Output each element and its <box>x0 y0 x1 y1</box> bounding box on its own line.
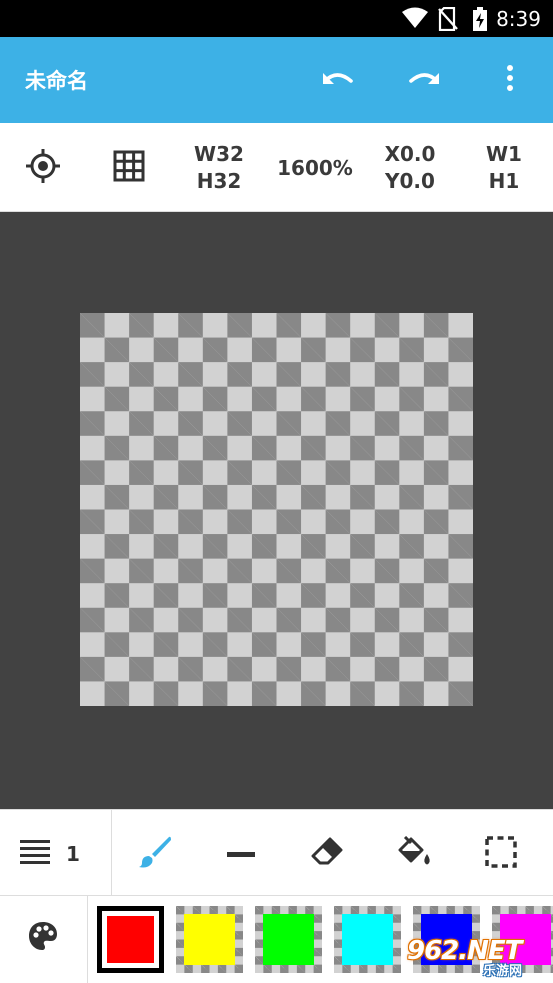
color-swatch[interactable] <box>255 906 322 973</box>
redo-icon <box>407 67 441 93</box>
battery-charging-icon <box>472 7 488 35</box>
palette-button[interactable] <box>18 918 68 958</box>
canvas-area[interactable] <box>0 212 553 809</box>
line-icon <box>227 844 255 863</box>
fill-tool-button[interactable] <box>390 810 440 897</box>
tool-divider <box>111 810 112 897</box>
zoom-button[interactable]: 1600% <box>272 123 358 212</box>
cursor-x: X0.0 <box>384 141 436 166</box>
undo-icon <box>321 67 355 93</box>
watermark-sub: 乐游网 <box>483 964 523 979</box>
info-bar: W32 H32 1600% X0.0 Y0.0 W1 H1 <box>0 123 553 212</box>
redo-button[interactable] <box>404 62 444 98</box>
zoom-level: 1600% <box>277 155 353 180</box>
color-swatch[interactable] <box>334 906 401 973</box>
color-swatch[interactable] <box>97 906 164 973</box>
grid-toggle-button[interactable] <box>104 123 154 212</box>
center-view-button[interactable] <box>18 123 68 212</box>
undo-button[interactable] <box>318 62 358 98</box>
canvas-height: H32 <box>196 168 242 193</box>
pixel-canvas[interactable] <box>80 313 473 706</box>
cursor-position: X0.0 Y0.0 <box>374 123 446 212</box>
layers-button[interactable]: 1 <box>20 810 100 897</box>
swatch-color <box>184 914 235 965</box>
brush-tool-button[interactable] <box>130 810 180 897</box>
select-tool-button[interactable] <box>476 810 526 897</box>
crosshair-icon <box>25 148 61 188</box>
eraser-icon <box>311 837 343 871</box>
status-bar: 8:39 <box>0 0 553 37</box>
watermark: 962.NET 乐游网 <box>407 936 547 979</box>
brush-width: W1 <box>486 141 522 166</box>
layer-count: 1 <box>66 841 80 866</box>
tool-bar: 1 <box>0 809 553 897</box>
select-rect-icon <box>485 835 517 872</box>
palette-divider <box>87 896 88 983</box>
fill-bucket-icon <box>398 835 432 872</box>
swatch-color <box>342 914 393 965</box>
grid-icon <box>113 150 145 186</box>
brush-size-button[interactable]: W1 H1 <box>474 123 534 212</box>
wifi-icon <box>402 7 428 33</box>
cursor-y: Y0.0 <box>385 168 435 193</box>
more-options-button[interactable] <box>490 62 530 98</box>
clock: 8:39 <box>496 7 541 31</box>
color-swatch[interactable] <box>176 906 243 973</box>
app-bar: 未命名 <box>0 37 553 123</box>
palette-icon <box>27 920 59 956</box>
layers-menu-icon <box>20 839 50 869</box>
brush-height: H1 <box>488 168 520 193</box>
canvas-size-button[interactable]: W32 H32 <box>186 123 252 212</box>
no-sim-icon <box>438 6 458 35</box>
brush-icon <box>138 835 172 873</box>
eraser-tool-button[interactable] <box>302 810 352 897</box>
swatch-color <box>263 914 314 965</box>
canvas-width: W32 <box>194 141 244 166</box>
swatch-color <box>107 916 154 963</box>
document-title: 未命名 <box>25 69 88 93</box>
more-vert-icon <box>506 64 514 96</box>
line-tool-button[interactable] <box>216 810 266 897</box>
